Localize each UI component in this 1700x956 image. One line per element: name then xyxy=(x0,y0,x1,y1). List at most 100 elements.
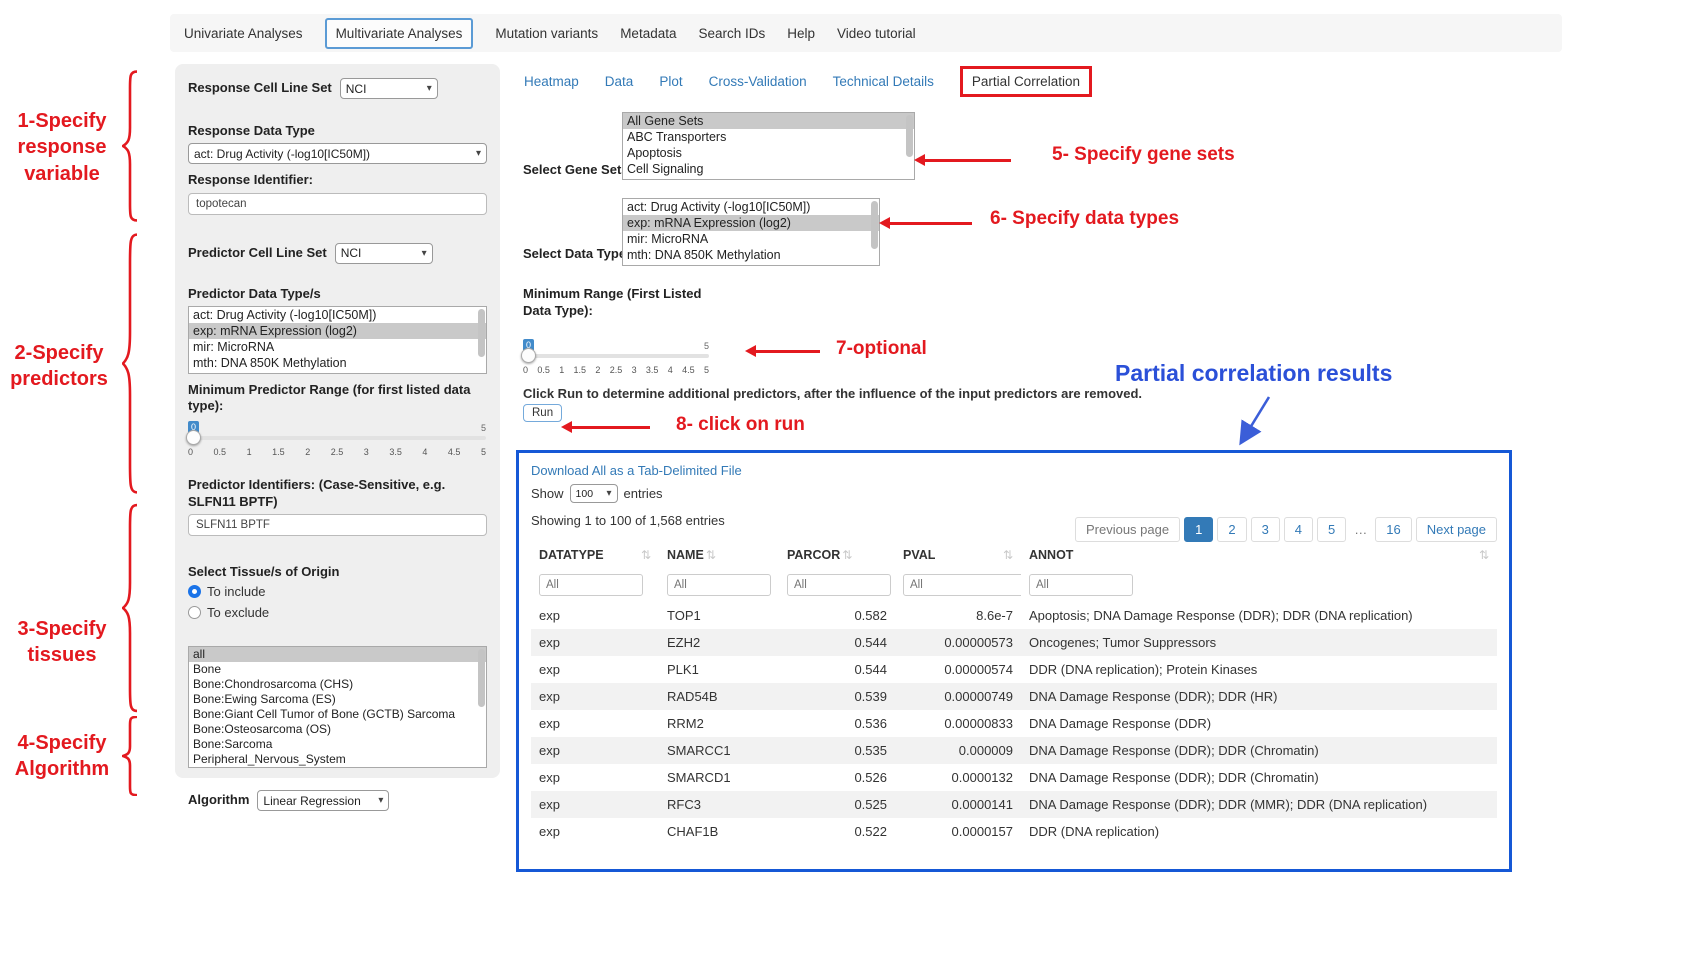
pagination-button[interactable]: 3 xyxy=(1251,517,1280,542)
min-predictor-range-label: Minimum Predictor Range (for first liste… xyxy=(188,382,488,415)
sort-icon[interactable]: ⇅ xyxy=(1003,548,1013,562)
scrollbar-thumb[interactable] xyxy=(478,309,485,357)
listbox-option[interactable]: Peripheral_Nervous_System xyxy=(189,752,486,767)
slider-tick-label: 1 xyxy=(247,447,252,457)
pagination-button[interactable]: 4 xyxy=(1284,517,1313,542)
show-entries-select[interactable]: 100 ▾ xyxy=(570,484,618,503)
column-filter-input[interactable] xyxy=(667,574,771,596)
scrollbar-thumb[interactable] xyxy=(871,201,878,249)
slider-ticks: 00.511.522.533.544.55 xyxy=(188,447,486,457)
column-header-label: PARCOR xyxy=(787,548,840,562)
response-data-type-value: act: Drug Activity (-log10[IC50M]) xyxy=(194,147,370,161)
listbox-option[interactable]: Bone:Giant Cell Tumor of Bone (GCTB) Sar… xyxy=(189,707,486,722)
slider-track[interactable] xyxy=(188,436,486,440)
listbox-option[interactable]: act: Drug Activity (-log10[IC50M]) xyxy=(189,307,486,323)
pagination-button[interactable]: 5 xyxy=(1317,517,1346,542)
column-filter-input[interactable] xyxy=(1029,574,1133,596)
column-header[interactable]: NAME⇅ xyxy=(659,542,779,568)
tissue-exclude-radio[interactable]: To exclude xyxy=(188,605,487,620)
pagination-button[interactable]: 1 xyxy=(1184,517,1213,542)
tab[interactable]: Partial Correlation xyxy=(960,66,1092,97)
sort-icon[interactable]: ⇅ xyxy=(1479,548,1489,562)
cell-pval: 0.0000132 xyxy=(895,764,1021,791)
scrollbar-thumb[interactable] xyxy=(906,115,913,157)
nav-item[interactable]: Univariate Analyses xyxy=(184,26,303,41)
pagination-label: 2 xyxy=(1228,522,1235,537)
nav-item[interactable]: Multivariate Analyses xyxy=(325,18,474,49)
annotation-arrow-step6 xyxy=(890,222,972,225)
pagination-label: … xyxy=(1354,522,1367,537)
predictor-cell-line-label: Predictor Cell Line Set xyxy=(188,245,327,261)
sort-icon[interactable]: ⇅ xyxy=(842,548,852,562)
sort-icon[interactable]: ⇅ xyxy=(641,548,651,562)
pagination-button[interactable]: Next page xyxy=(1416,517,1497,542)
tab[interactable]: Heatmap xyxy=(524,74,579,89)
listbox-option[interactable]: Apoptosis xyxy=(623,145,914,161)
nav-item[interactable]: Video tutorial xyxy=(837,26,916,41)
response-cell-line-select[interactable]: NCI ▾ xyxy=(340,78,438,99)
response-identifier-input[interactable] xyxy=(188,193,487,215)
pagination-label: Next page xyxy=(1427,522,1486,537)
nav-item[interactable]: Help xyxy=(787,26,815,41)
nav-item[interactable]: Search IDs xyxy=(698,26,765,41)
listbox-option[interactable]: Bone:Sarcoma xyxy=(189,737,486,752)
pagination-button[interactable]: … xyxy=(1350,518,1371,541)
run-button[interactable]: Run xyxy=(523,404,562,422)
listbox-option[interactable]: exp: mRNA Expression (log2) xyxy=(189,323,486,339)
column-header[interactable]: ANNOT⇅ xyxy=(1021,542,1497,568)
sort-icon[interactable]: ⇅ xyxy=(706,548,716,562)
algorithm-label: Algorithm xyxy=(188,792,249,808)
column-header[interactable]: PARCOR⇅ xyxy=(779,542,895,568)
predictor-identifiers-input[interactable] xyxy=(188,514,487,536)
listbox-option[interactable]: all xyxy=(189,647,486,662)
listbox-option[interactable]: Bone:Ewing Sarcoma (ES) xyxy=(189,692,486,707)
cell-datatype: exp xyxy=(531,791,659,818)
listbox-option[interactable]: mir: MicroRNA xyxy=(189,339,486,355)
tissue-include-radio[interactable]: To include xyxy=(188,584,487,599)
slider-handle[interactable] xyxy=(521,348,536,363)
slider-tick-label: 0.5 xyxy=(537,365,550,375)
algorithm-value: Linear Regression xyxy=(263,794,360,808)
listbox-option[interactable]: Cell Signaling xyxy=(623,161,914,177)
tab[interactable]: Data xyxy=(605,74,634,89)
cell-datatype: exp xyxy=(531,818,659,845)
scrollbar-thumb[interactable] xyxy=(478,649,485,707)
nav-item[interactable]: Mutation variants xyxy=(495,26,598,41)
listbox-option[interactable]: All Gene Sets xyxy=(623,113,914,129)
cell-name: TOP1 xyxy=(659,602,779,629)
cell-annot: DNA Damage Response (DDR); DDR (Chromati… xyxy=(1021,737,1497,764)
cell-parcor: 0.539 xyxy=(779,683,895,710)
listbox-option[interactable]: Bone:Chondrosarcoma (CHS) xyxy=(189,677,486,692)
algorithm-select[interactable]: Linear Regression ▾ xyxy=(257,790,389,811)
show-label: Show xyxy=(531,486,564,501)
listbox-option[interactable]: Bone:Osteosarcoma (OS) xyxy=(189,722,486,737)
tab[interactable]: Technical Details xyxy=(833,74,934,89)
pagination-label: Previous page xyxy=(1086,522,1169,537)
slider-handle[interactable] xyxy=(186,430,201,445)
column-header[interactable]: DATATYPE⇅ xyxy=(531,542,659,568)
listbox-option[interactable]: mth: DNA 850K Methylation xyxy=(189,355,486,371)
tab[interactable]: Cross-Validation xyxy=(709,74,807,89)
predictor-cell-line-select[interactable]: NCI ▾ xyxy=(335,243,433,264)
pagination-button[interactable]: 2 xyxy=(1217,517,1246,542)
column-filter-input[interactable] xyxy=(903,574,1021,596)
download-link[interactable]: Download All as a Tab-Delimited File xyxy=(531,463,742,478)
pagination-button[interactable]: 16 xyxy=(1375,517,1411,542)
nav-item-label: Metadata xyxy=(620,26,676,41)
listbox-option[interactable]: exp: mRNA Expression (log2) xyxy=(623,215,879,231)
column-header[interactable]: PVAL⇅ xyxy=(895,542,1021,568)
listbox-option[interactable]: mir: MicroRNA xyxy=(623,231,879,247)
pagination-button[interactable]: Previous page xyxy=(1075,517,1180,542)
tab[interactable]: Plot xyxy=(659,74,682,89)
listbox-option[interactable]: Bone xyxy=(189,662,486,677)
response-data-type-select[interactable]: act: Drug Activity (-log10[IC50M]) ▾ xyxy=(188,143,487,164)
slider-track[interactable] xyxy=(523,354,709,358)
brace-step2 xyxy=(122,232,138,495)
column-filter-input[interactable] xyxy=(539,574,643,596)
listbox-option[interactable]: ABC Transporters xyxy=(623,129,914,145)
listbox-option[interactable]: act: Drug Activity (-log10[IC50M]) xyxy=(623,199,879,215)
listbox-option[interactable]: mth: DNA 850K Methylation xyxy=(623,247,879,263)
nav-item[interactable]: Metadata xyxy=(620,26,676,41)
column-filter-input[interactable] xyxy=(787,574,891,596)
slider-max-label: 5 xyxy=(481,423,486,433)
